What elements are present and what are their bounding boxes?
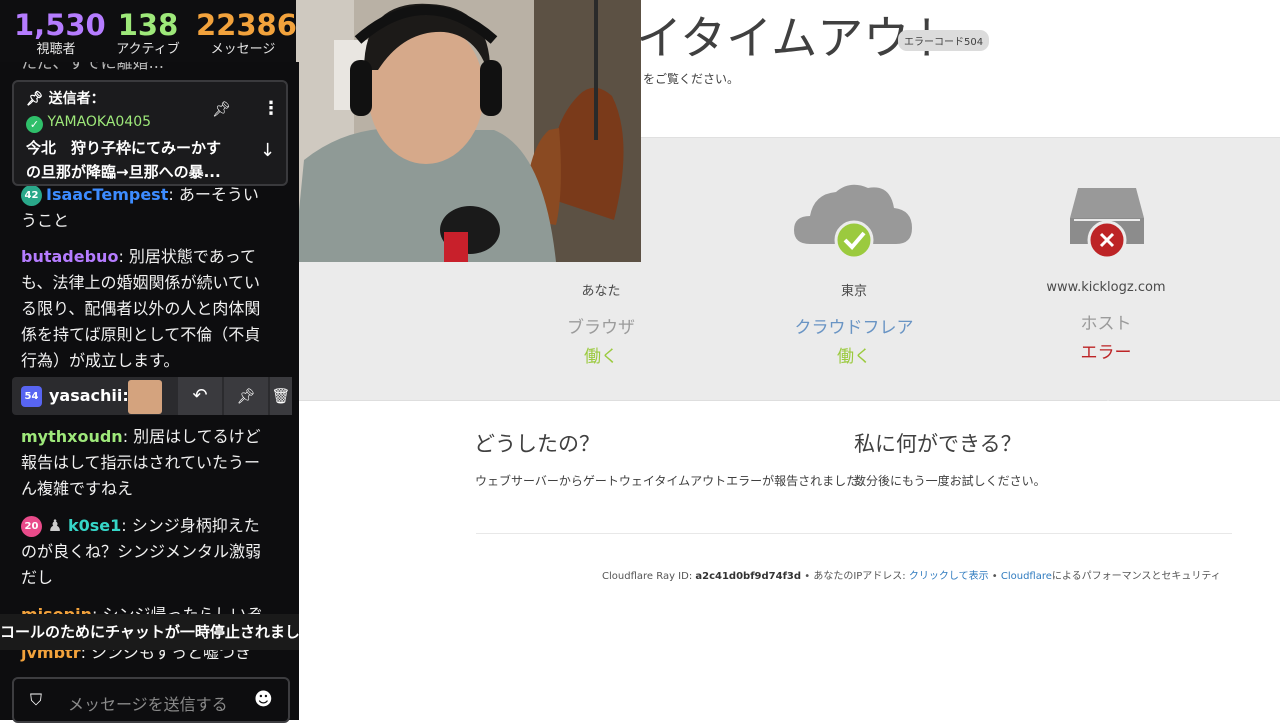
chat-username[interactable]: mythxoudn [21, 427, 123, 446]
error-subtitle: をご覧ください。 [643, 72, 740, 86]
pin-message-icon[interactable]: 📌︎ [224, 377, 268, 415]
what-happened-text: ウェブサーバーからゲートウェイタイムアウトエラーが報告されました。 [475, 474, 871, 488]
stat-value: 22386 [196, 8, 297, 42]
what-happened-heading: どうしたの？ [474, 432, 600, 456]
delete-icon[interactable]: 🗑︎ [270, 377, 292, 415]
status-column-cloudflare: 東京 クラウドフレア 働く [754, 280, 954, 367]
divider [476, 533, 1232, 534]
column-status: 働く [584, 347, 618, 367]
chat-username[interactable]: IsaacTempest [46, 185, 168, 204]
column-role: ブラウザ [567, 318, 635, 338]
performance-text: によるパフォーマンスとセキュリティ [1051, 571, 1221, 582]
more-options-icon[interactable]: ⋮ [262, 98, 280, 119]
status-column-host: www.kicklogz.com ホスト エラー [1006, 280, 1206, 363]
column-location: www.kicklogz.com [1046, 280, 1166, 295]
chat-message-truncated: ただ、すでに離婚... [21, 62, 164, 72]
subscriber-badge: 20 [21, 516, 42, 537]
viewer-count: 1,530 視聴者 [14, 8, 106, 58]
expand-icon[interactable]: ↓ [260, 140, 275, 161]
what-can-i-do-text: 数分後にもう一度お試しください。 [854, 474, 1046, 488]
stream-stats: 1,530 視聴者 138 アクティブ 22386 メッセージ [0, 0, 297, 64]
pinned-author: ✓ YAMAOKA0405 [26, 114, 151, 133]
column-role: ホスト [1080, 314, 1132, 334]
stat-label: 視聴者 [36, 42, 76, 57]
streamer-video [294, 0, 641, 262]
pinned-header: 📌︎ 送信者： [26, 88, 105, 108]
chat-username[interactable]: yasachii: [49, 386, 129, 405]
column-status: 働く [837, 347, 871, 367]
stat-value: 138 [117, 8, 179, 42]
webcam-feed [294, 0, 641, 262]
status-column-browser: あなた ブラウザ 働く [501, 280, 701, 367]
what-can-i-do-heading: 私に何ができる？ [854, 432, 1022, 456]
reply-icon[interactable]: ↶ [178, 377, 222, 415]
subscriber-badge: 54 [21, 386, 42, 407]
verified-icon: ✓ [26, 116, 43, 133]
column-role: クラウドフレア [794, 318, 914, 338]
chat-username[interactable]: butadebuo [21, 247, 118, 266]
pinned-text: 今北 狩り子枠にてみーかす の旦那が降臨→旦那への暴... [26, 136, 221, 184]
cloud-icon [794, 184, 912, 260]
cloudflare-link[interactable]: Cloudflare [1001, 571, 1052, 582]
band-pointer [1094, 389, 1122, 401]
chat-paused-banner: コールのためにチャットが一時停止されました [0, 614, 299, 650]
stat-label: アクティブ [116, 42, 180, 57]
pinned-message: 📌︎ 送信者： ✓ YAMAOKA0405 今北 狩り子枠にてみーかす の旦那が… [12, 80, 288, 186]
pin-icon: 📌︎ [26, 91, 44, 107]
unpin-icon[interactable]: 📌︎ [212, 100, 231, 118]
pinned-text-line: 今北 狩り子枠にてみーかす [26, 139, 222, 157]
stat-label: メッセージ [210, 42, 276, 57]
check-icon [834, 220, 874, 260]
reveal-ip-link[interactable]: クリックして表示 [909, 571, 989, 582]
chat-input-placeholder: メッセージを送信する [68, 695, 228, 714]
chat-message: 42 IsaacTempest: あーそういうこと [21, 182, 273, 234]
chat-username[interactable]: k0se1 [68, 516, 121, 535]
emoji-icon[interactable]: ☻ [254, 689, 273, 710]
footer-separator: • [991, 571, 998, 582]
stat-value: 1,530 [14, 8, 106, 42]
shield-icon[interactable]: ⛉ [30, 690, 42, 710]
cf-footer: Cloudflare Ray ID: a2c41d0bf9d74f3d • あな… [602, 567, 1221, 582]
ray-id-label: Cloudflare Ray ID: [602, 571, 693, 582]
active-count: 138 アクティブ [108, 8, 188, 58]
subscriber-badge: 42 [21, 185, 42, 206]
chat-input[interactable]: ⛉ メッセージを送信する ☻ [12, 677, 290, 723]
column-location: 東京 [840, 284, 867, 299]
ip-label: • あなたのIPアドレス: [804, 571, 906, 582]
ray-id-value: a2c41d0bf9d74f3d [695, 571, 802, 582]
column-location: あなた [581, 284, 621, 299]
error-code-badge: エラーコード504 [898, 30, 990, 51]
mod-actions-row: 54 yasachii: ↶ 📌︎ 🗑︎ [12, 377, 292, 415]
pinned-text-line: の旦那が降臨→旦那への暴... [26, 163, 221, 181]
pinned-username[interactable]: YAMAOKA0405 [47, 114, 151, 130]
chat-message: butadebuo: 別居状態であっても、法律上の婚姻関係が続いている限り、配偶… [21, 244, 273, 374]
message-count: 22386 メッセージ [196, 8, 297, 58]
column-status: エラー [1080, 343, 1132, 363]
pinned-header-label: 送信者： [48, 91, 105, 107]
server-icon [1070, 188, 1144, 260]
chat-message: 20 ♟ k0se1: シンジ身柄抑えたのが良くね？シンジメンタル激弱だし [21, 513, 273, 591]
avatar [128, 380, 162, 414]
chat-message: mythxoudn: 別居はしてるけど報告はして指示はされていたうーん複雑ですね… [21, 424, 273, 502]
emote-icon: ♟ [47, 516, 63, 535]
